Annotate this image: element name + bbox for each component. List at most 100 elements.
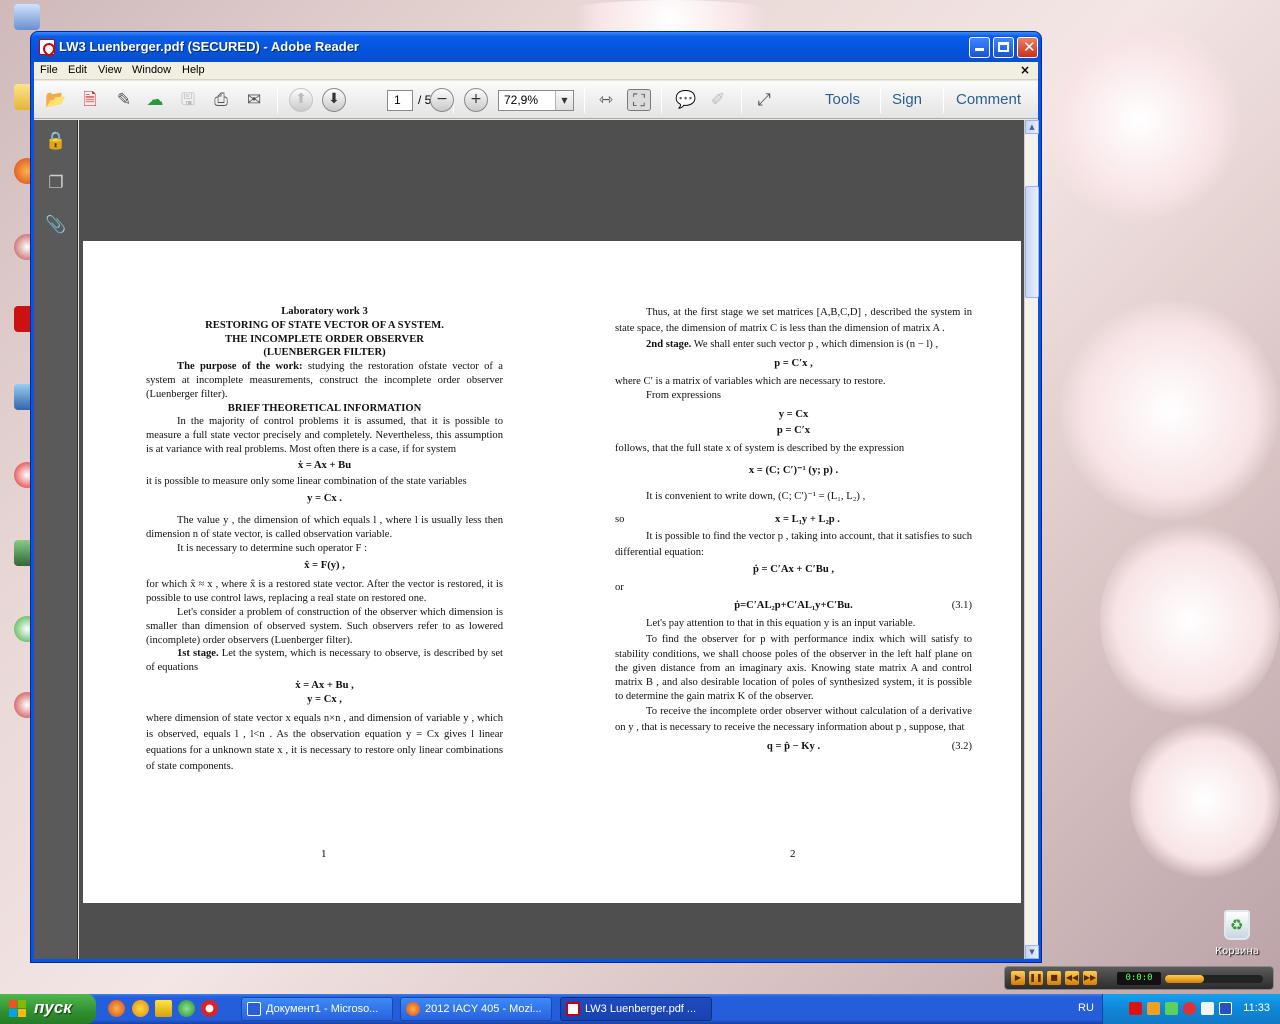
media-mini-player: ▶ ❚❚ ■ ◀◀ ▶▶ 0:0:0 (1004, 966, 1274, 990)
next-icon[interactable]: ▶▶ (1083, 971, 1097, 985)
word-icon (247, 1002, 261, 1016)
windows-logo-icon (9, 1000, 27, 1018)
zoom-in-icon[interactable]: + (464, 88, 488, 112)
next-page-icon[interactable]: ⬇ (322, 88, 346, 112)
attachment-icon[interactable]: 📎 (45, 214, 67, 236)
pages-icon[interactable]: ❐ (45, 172, 67, 194)
play-icon[interactable]: ▶ (1011, 971, 1025, 985)
so-word: so (615, 513, 625, 525)
tools-link[interactable]: Tools (825, 91, 860, 108)
vertical-scrollbar[interactable]: ▲ ▼ (1024, 120, 1039, 959)
equation: q = p̂ − Ky . (766, 741, 821, 753)
brief-heading: BRIEF THEORETICAL INFORMATION (227, 402, 422, 414)
firefox-quicklaunch-icon[interactable] (108, 1000, 125, 1017)
cloud-upload-icon[interactable]: ☁ (143, 89, 167, 111)
my-computer-icon[interactable] (14, 4, 40, 30)
purpose-label: The purpose of the work: (177, 361, 303, 373)
or-word: or (615, 581, 624, 593)
paragraph: To receive the incomplete order observer… (615, 706, 972, 734)
title-bar[interactable]: LW3 Luenberger.pdf (SECURED) - Adobe Rea… (31, 32, 1041, 62)
edit-icon[interactable]: ✎ (112, 89, 136, 111)
task-label: Документ1 - Microso... (266, 1003, 379, 1015)
maximize-button[interactable] (993, 37, 1014, 58)
menu-help[interactable]: Help (182, 64, 205, 76)
print-icon[interactable]: ⎙ (209, 89, 233, 111)
utorrent-quicklaunch-icon[interactable] (178, 1000, 195, 1017)
adobe-tray-icon[interactable] (1129, 1002, 1142, 1015)
open-icon[interactable]: 📂 (44, 89, 68, 111)
security-tray-icon[interactable] (1183, 1002, 1196, 1015)
equation-3-2: q = p̂ − Ky . (3.2) (615, 740, 972, 754)
sign-link[interactable]: Sign (892, 91, 922, 108)
full-screen-icon[interactable]: ⤢ (752, 89, 776, 111)
menu-view[interactable]: View (98, 64, 122, 76)
safety-tray-icon[interactable] (1165, 1002, 1178, 1015)
volume-tray-icon[interactable] (1201, 1002, 1214, 1015)
zoom-out-icon[interactable]: − (430, 88, 454, 112)
toolbar: 📂 🗎 ✎ ☁ 🖫 ⎙ ✉ ⬆ ⬇ 1 / 5 − + 72,9% ▼ ⇿ ⛶ … (34, 81, 1038, 119)
menu-file[interactable]: File (40, 64, 58, 76)
task-firefox[interactable]: 2012 IACY 405 - Mozi... (400, 997, 552, 1021)
start-button[interactable]: пуск (0, 994, 96, 1024)
paragraph: for which x̂ ≈ x , where x̂ is a restore… (146, 579, 503, 605)
stage-2-label: 2nd stage. (646, 339, 692, 350)
page-number-input[interactable]: 1 (387, 90, 413, 111)
pdf-spread: Laboratory work 3 RESTORING OF STATE VEC… (83, 241, 1021, 903)
avast-quicklaunch-icon[interactable] (132, 1000, 149, 1017)
language-indicator[interactable]: RU (1078, 1002, 1094, 1014)
subtitle-1: THE INCOMPLETE ORDER OBSERVER (225, 333, 424, 345)
page-2-number: 2 (790, 848, 796, 860)
scroll-up-icon[interactable]: ▲ (1025, 120, 1039, 134)
taskbar: пуск Документ1 - Microso... 2012 IACY 40… (0, 994, 1280, 1024)
document-close-icon[interactable]: × (1020, 63, 1030, 77)
scroll-thumb[interactable] (1025, 186, 1039, 298)
pause-icon[interactable]: ❚❚ (1029, 971, 1043, 985)
pdf-icon (566, 1002, 580, 1016)
email-icon[interactable]: ✉ (242, 89, 266, 111)
paragraph: Let's pay attention to that in this equa… (646, 618, 916, 630)
lock-icon[interactable]: 🔒 (45, 130, 67, 152)
minimize-button[interactable] (969, 37, 990, 58)
equation: p = C′x , (774, 358, 813, 369)
chevron-down-icon[interactable]: ▼ (555, 91, 573, 110)
equation: ẋ = Ax + Bu , (295, 679, 354, 691)
scroll-down-icon[interactable]: ▼ (1025, 945, 1039, 959)
paragraph: It is necessary to determine such operat… (177, 542, 368, 554)
fit-page-icon[interactable]: ⛶ (627, 89, 651, 111)
previous-page-icon[interactable]: ⬆ (289, 88, 313, 112)
start-label: пуск (34, 998, 72, 1017)
paragraph: It is possible to find the vector p , ta… (615, 530, 972, 558)
recycle-bin[interactable]: Корзина (1215, 910, 1259, 957)
stop-icon[interactable]: ■ (1047, 971, 1061, 985)
task-word-document[interactable]: Документ1 - Microso... (241, 997, 393, 1021)
save-icon[interactable]: 🖫 (176, 89, 200, 111)
page-2-content: Thus, at the first stage we set matrices… (615, 305, 972, 759)
recycle-bin-icon (1224, 910, 1250, 940)
document-area[interactable]: Laboratory work 3 RESTORING OF STATE VEC… (79, 120, 1024, 959)
network-tray-icon[interactable] (1219, 1002, 1232, 1015)
equation: x = (C; C′)⁻¹ (y; p) . (748, 465, 839, 477)
media-tray-icon[interactable] (1147, 1002, 1160, 1015)
system-tray: 11:33 (1102, 994, 1280, 1024)
comment-bubble-icon[interactable]: 💬 (674, 89, 698, 111)
prev-icon[interactable]: ◀◀ (1065, 971, 1079, 985)
close-button[interactable]: ✕ (1017, 37, 1038, 58)
equation: y = Cx . (307, 493, 342, 505)
clock[interactable]: 11:33 (1243, 1002, 1270, 1014)
fit-width-icon[interactable]: ⇿ (594, 89, 618, 111)
create-pdf-icon[interactable]: 🗎 (78, 89, 102, 111)
equation: y = Cx , (307, 693, 342, 705)
stage-2-paragraph: 2nd stage. We shall enter such vector p … (615, 337, 972, 353)
highlight-icon[interactable]: ✐ (706, 89, 730, 111)
opera-quicklaunch-icon[interactable] (201, 1000, 218, 1017)
zoom-select[interactable]: 72,9% ▼ (498, 90, 574, 111)
equation: ṗ=C′AL₂p+C′AL₁y+C′Bu. (734, 600, 853, 612)
comment-link[interactable]: Comment (956, 91, 1021, 108)
menu-window[interactable]: Window (132, 64, 171, 76)
task-adobe-reader[interactable]: LW3 Luenberger.pdf ... (560, 997, 712, 1021)
paragraph: Let's consider a problem of construction… (146, 606, 503, 646)
menu-edit[interactable]: Edit (68, 64, 87, 76)
volume-bar[interactable] (1165, 975, 1263, 983)
warning-quicklaunch-icon[interactable] (155, 1000, 172, 1017)
lab-title: Laboratory work 3 (281, 306, 368, 317)
